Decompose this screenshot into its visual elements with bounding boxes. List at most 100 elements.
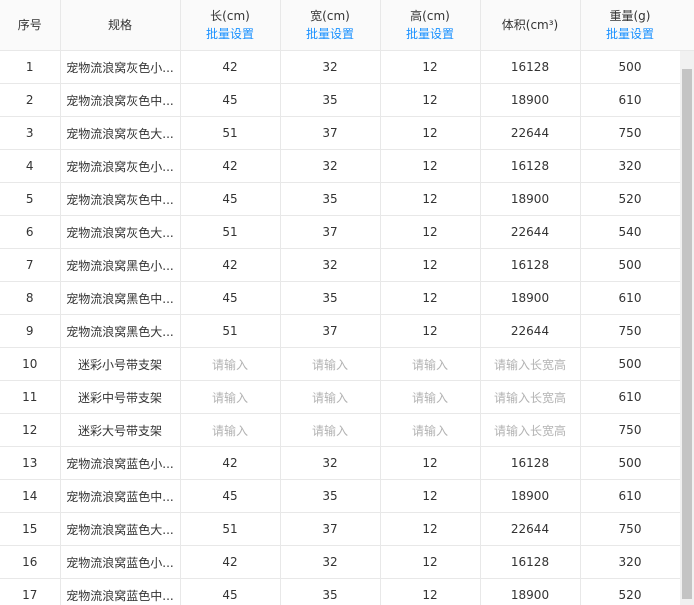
row-length-cell[interactable]: 51 xyxy=(180,314,281,348)
row-length-cell[interactable]: 45 xyxy=(180,578,281,605)
row-weight-cell[interactable]: 750 xyxy=(580,413,681,447)
row-width-cell[interactable]: 35 xyxy=(280,182,381,216)
row-length-cell[interactable]: 51 xyxy=(180,116,281,150)
row-height-cell[interactable]: 12 xyxy=(380,512,481,546)
batch-set-width-link[interactable]: 批量设置 xyxy=(285,25,376,43)
row-weight-cell[interactable]: 750 xyxy=(580,314,681,348)
row-height-cell[interactable]: 12 xyxy=(380,545,481,579)
row-weight-cell[interactable]: 610 xyxy=(580,281,681,315)
row-height-cell[interactable]: 12 xyxy=(380,149,481,183)
batch-set-length-link[interactable]: 批量设置 xyxy=(185,25,276,43)
row-width-cell[interactable]: 37 xyxy=(280,512,381,546)
row-length-cell[interactable]: 45 xyxy=(180,281,281,315)
row-seq-cell: 6 xyxy=(0,215,61,249)
row-width-cell[interactable]: 请输入 xyxy=(280,347,381,381)
row-length-cell[interactable]: 45 xyxy=(180,182,281,216)
row-width-cell[interactable]: 35 xyxy=(280,479,381,513)
row-spec-cell: 宠物流浪窝蓝色大... xyxy=(60,512,181,546)
row-width-cell[interactable]: 35 xyxy=(280,578,381,605)
row-height-cell[interactable]: 12 xyxy=(380,578,481,605)
row-volume-cell: 16128 xyxy=(480,248,581,282)
row-width-cell[interactable]: 37 xyxy=(280,116,381,150)
table-row: 10 迷彩小号带支架 请输入 请输入 请输入 请输入长宽高 500 xyxy=(0,347,681,381)
header-seq-label: 序号 xyxy=(17,18,42,32)
row-length-cell[interactable]: 42 xyxy=(180,446,281,480)
row-width-cell[interactable]: 请输入 xyxy=(280,380,381,414)
row-height-cell[interactable]: 请输入 xyxy=(380,347,481,381)
row-seq-cell: 4 xyxy=(0,149,61,183)
row-length-cell[interactable]: 45 xyxy=(180,479,281,513)
row-width-cell[interactable]: 37 xyxy=(280,314,381,348)
row-weight-cell[interactable]: 500 xyxy=(580,347,681,381)
row-height-cell[interactable]: 12 xyxy=(380,182,481,216)
row-volume-cell: 请输入长宽高 xyxy=(480,347,581,381)
table-row: 5 宠物流浪窝灰色中... 45 35 12 18900 520 xyxy=(0,182,681,216)
row-height-cell[interactable]: 12 xyxy=(380,116,481,150)
row-height-cell[interactable]: 12 xyxy=(380,314,481,348)
row-volume-cell: 18900 xyxy=(480,83,581,117)
row-width-cell[interactable]: 37 xyxy=(280,215,381,249)
row-weight-cell[interactable]: 320 xyxy=(580,545,681,579)
batch-set-weight-link[interactable]: 批量设置 xyxy=(585,25,676,43)
row-weight-cell[interactable]: 750 xyxy=(580,116,681,150)
header-volume: 体积(cm³) xyxy=(480,0,581,51)
row-width-cell[interactable]: 35 xyxy=(280,83,381,117)
vertical-scrollbar[interactable] xyxy=(680,51,694,605)
row-height-cell[interactable]: 请输入 xyxy=(380,413,481,447)
row-length-cell[interactable]: 请输入 xyxy=(180,347,281,381)
row-length-cell[interactable]: 42 xyxy=(180,545,281,579)
row-weight-cell[interactable]: 610 xyxy=(580,380,681,414)
row-weight-cell[interactable]: 610 xyxy=(580,83,681,117)
table-row: 6 宠物流浪窝灰色大... 51 37 12 22644 540 xyxy=(0,215,681,249)
row-weight-cell[interactable]: 610 xyxy=(580,479,681,513)
row-weight-cell[interactable]: 520 xyxy=(580,182,681,216)
row-spec-cell: 迷彩小号带支架 xyxy=(60,347,181,381)
row-spec-cell: 宠物流浪窝黑色大... xyxy=(60,314,181,348)
row-height-cell[interactable]: 12 xyxy=(380,446,481,480)
row-width-cell[interactable]: 32 xyxy=(280,545,381,579)
row-seq-cell: 17 xyxy=(0,578,61,605)
row-height-cell[interactable]: 12 xyxy=(380,50,481,84)
row-width-cell[interactable]: 32 xyxy=(280,50,381,84)
row-width-cell[interactable]: 32 xyxy=(280,446,381,480)
row-length-cell[interactable]: 请输入 xyxy=(180,380,281,414)
row-length-cell[interactable]: 42 xyxy=(180,149,281,183)
row-length-cell[interactable]: 42 xyxy=(180,248,281,282)
row-width-cell[interactable]: 请输入 xyxy=(280,413,381,447)
row-seq-cell: 13 xyxy=(0,446,61,480)
table-row: 1 宠物流浪窝灰色小... 42 32 12 16128 500 xyxy=(0,50,681,84)
row-width-cell[interactable]: 32 xyxy=(280,248,381,282)
row-spec-cell: 宠物流浪窝黑色小... xyxy=(60,248,181,282)
row-weight-cell[interactable]: 750 xyxy=(580,512,681,546)
row-weight-cell[interactable]: 500 xyxy=(580,50,681,84)
table-row: 9 宠物流浪窝黑色大... 51 37 12 22644 750 xyxy=(0,314,681,348)
row-height-cell[interactable]: 12 xyxy=(380,248,481,282)
header-length: 长(cm) 批量设置 xyxy=(180,0,281,51)
row-volume-cell: 18900 xyxy=(480,182,581,216)
row-weight-cell[interactable]: 540 xyxy=(580,215,681,249)
batch-set-height-link[interactable]: 批量设置 xyxy=(385,25,476,43)
row-width-cell[interactable]: 35 xyxy=(280,281,381,315)
row-height-cell[interactable]: 12 xyxy=(380,83,481,117)
row-height-cell[interactable]: 12 xyxy=(380,479,481,513)
row-weight-cell[interactable]: 500 xyxy=(580,446,681,480)
header-spec-label: 规格 xyxy=(107,18,132,32)
row-spec-cell: 宠物流浪窝灰色中... xyxy=(60,182,181,216)
row-height-cell[interactable]: 12 xyxy=(380,281,481,315)
row-length-cell[interactable]: 51 xyxy=(180,512,281,546)
row-length-cell[interactable]: 45 xyxy=(180,83,281,117)
scrollbar-thumb[interactable] xyxy=(682,69,692,599)
row-seq-cell: 9 xyxy=(0,314,61,348)
header-spec: 规格 xyxy=(60,0,181,51)
row-weight-cell[interactable]: 520 xyxy=(580,578,681,605)
row-volume-cell: 18900 xyxy=(480,281,581,315)
row-width-cell[interactable]: 32 xyxy=(280,149,381,183)
row-weight-cell[interactable]: 500 xyxy=(580,248,681,282)
row-seq-cell: 7 xyxy=(0,248,61,282)
row-length-cell[interactable]: 51 xyxy=(180,215,281,249)
row-height-cell[interactable]: 12 xyxy=(380,215,481,249)
row-length-cell[interactable]: 42 xyxy=(180,50,281,84)
row-weight-cell[interactable]: 320 xyxy=(580,149,681,183)
row-length-cell[interactable]: 请输入 xyxy=(180,413,281,447)
row-height-cell[interactable]: 请输入 xyxy=(380,380,481,414)
